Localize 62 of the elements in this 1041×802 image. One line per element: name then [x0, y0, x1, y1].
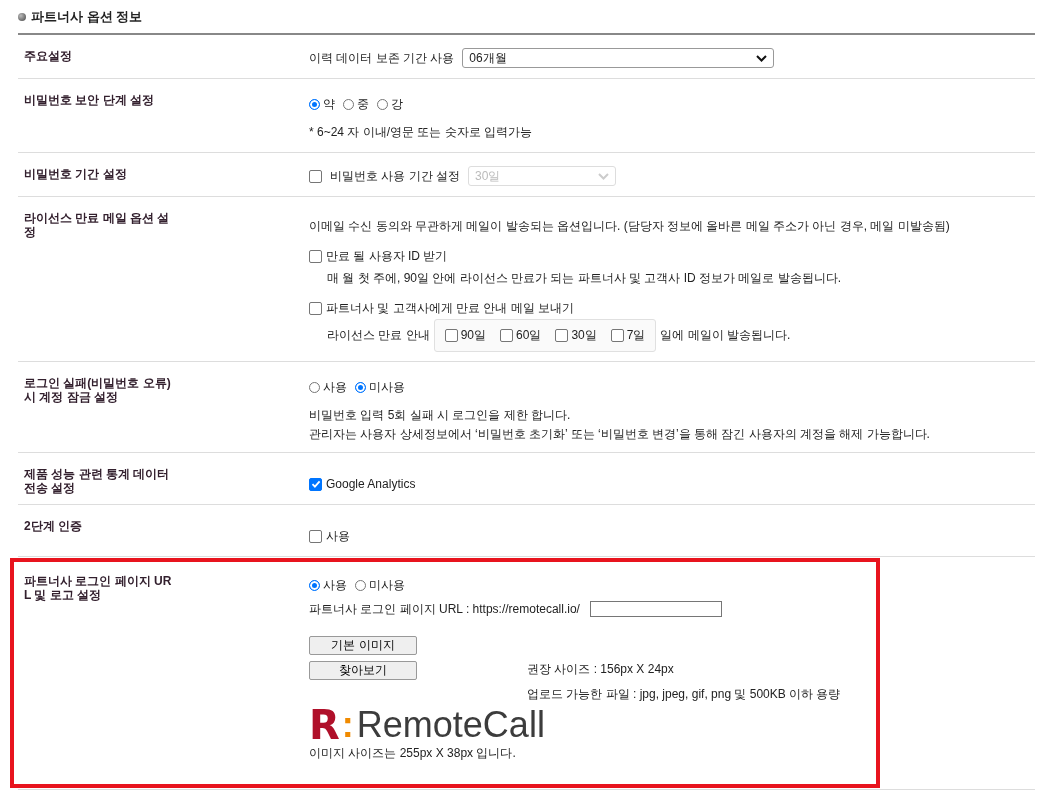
description-text: 이메일 수신 동의와 무관하게 메일이 발송되는 옵션입니다. (담당자 정보에 올바른 메일 주소가 아닌 경우, 메일 미발송됨)	[309, 217, 950, 235]
radio-button[interactable]	[355, 381, 366, 393]
option-label: 라이선스 만료 안내	[327, 327, 430, 344]
radio-button[interactable]	[377, 98, 388, 110]
setting-name: 제품 성능 관련 통계 데이터 전송 설정	[24, 467, 171, 495]
url-input-field[interactable]	[589, 601, 722, 617]
radio-label: 사용	[323, 576, 347, 594]
radio-label: 미사용	[369, 576, 405, 594]
setting-name: 주요설정	[24, 49, 73, 63]
description-text: 이미지 사이즈는 255px X 38px 입니다.	[309, 745, 516, 762]
default-image-button[interactable]: 기본 이미지	[309, 635, 417, 655]
checkbox[interactable]	[309, 477, 322, 491]
checkbox[interactable]	[500, 329, 514, 342]
setting-name: 비밀번호 기간 설정	[24, 167, 128, 181]
checkbox-label: 사용	[326, 527, 350, 545]
radio-button[interactable]	[309, 579, 320, 591]
setting-label: 이력 데이터 보존 기간 사용	[309, 49, 455, 67]
checkbox[interactable]	[309, 529, 322, 543]
checkbox-label: 30일	[571, 327, 597, 344]
setting-name: 파트너사 로그인 페이지 URL 및 로고 설정	[24, 574, 173, 602]
setting-name: 비밀번호 보안 단계 설정	[24, 93, 155, 107]
browse-button[interactable]: 찾아보기	[309, 661, 417, 680]
radio-label: 강	[391, 95, 403, 113]
radio-label: 사용	[323, 378, 347, 396]
dropdown[interactable]: 06개월	[462, 48, 775, 68]
checkbox-label: 90일	[460, 327, 487, 344]
checkbox-label: 7일	[626, 327, 646, 344]
section-title: 파트너사 옵션 정보	[31, 8, 143, 26]
radio-button[interactable]	[343, 98, 354, 110]
description-text: 매 월 첫 주에, 90일 안에 라이선스 만료가 되는 파트너사 및 고객사 ID 정보가 메일로 발송됩니다.	[327, 269, 842, 287]
radio-label: 약	[323, 95, 335, 113]
setting-name: 라이선스 만료 메일 옵션 설정	[24, 211, 171, 239]
setting-name: 로그인 실패(비밀번호 오류) 시 계정 잠금 설정	[24, 376, 172, 404]
upload-note: 업로드 가능한 파일 : jpg, jpeg, gif, png 및 500KB 이하 용량	[527, 686, 841, 703]
checkbox-label: 비밀번호 사용 기간 설정	[330, 167, 460, 185]
logo-name: RemoteCall	[356, 705, 545, 745]
description-text: 비밀번호 입력 5회 실패 시 로그인을 제한 합니다.	[309, 406, 571, 424]
bullet-icon	[18, 13, 26, 21]
logo-mark: R	[309, 705, 339, 745]
description-text: * 6~24 자 이내/영문 또는 숫자로 입력가능	[309, 123, 533, 141]
description-text: 관리자는 사용자 상세정보에서 ‘비밀번호 초기화’ 또는 ‘비밀번호 변경’을 통해 잠긴 사용자의 계정을 해제 가능합니다.	[309, 426, 930, 443]
caret-icon	[756, 54, 768, 62]
checkbox-label: 파트너사 및 고객사에게 만료 안내 메일 보내기	[326, 299, 574, 317]
radio-label: 미사용	[369, 378, 405, 396]
caret-icon	[598, 172, 609, 180]
url-label: 파트너사 로그인 페이지 URL : https://remotecall.io/	[309, 600, 580, 618]
logo-separator: :	[341, 705, 354, 745]
setting-name: 2단계 인증	[24, 519, 83, 533]
checkbox-label: 60일	[516, 327, 542, 344]
checkbox[interactable]	[444, 329, 458, 342]
radio-button[interactable]	[309, 98, 320, 110]
checkbox-label: 만료 될 사용자 ID 받기	[326, 247, 448, 265]
checkbox[interactable]	[555, 329, 569, 342]
radio-button[interactable]	[355, 579, 366, 591]
radio-button[interactable]	[309, 381, 320, 393]
radio-label: 중	[357, 95, 369, 113]
checkbox[interactable]	[309, 301, 322, 315]
option-label: 일에 메일이 발송됩니다.	[660, 327, 791, 344]
checkbox-label: Google Analytics	[326, 477, 416, 491]
checkbox[interactable]	[610, 329, 624, 342]
upload-note: 권장 사이즈 : 156px X 24px	[527, 661, 675, 678]
checkbox[interactable]	[309, 249, 322, 263]
